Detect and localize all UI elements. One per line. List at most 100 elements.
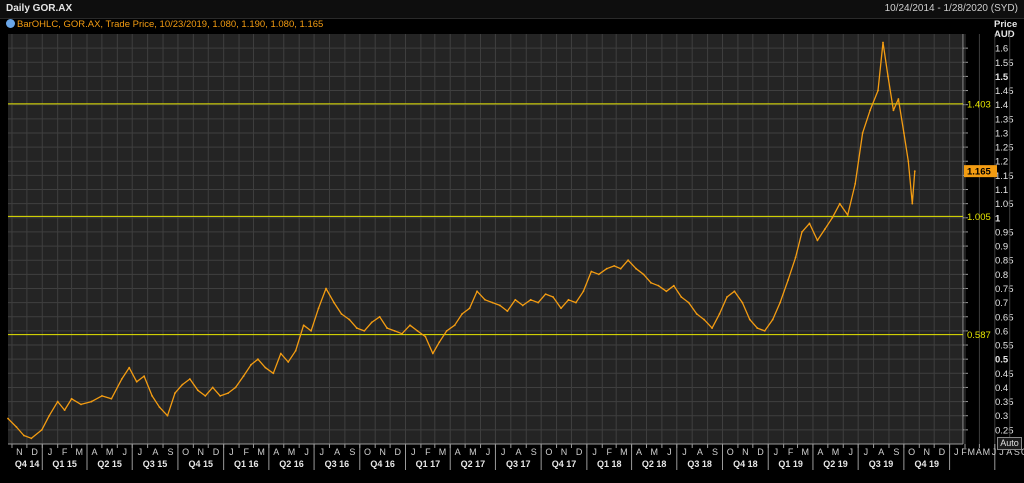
y-tick-label: 0.8: [995, 270, 1008, 281]
price-point: [582, 290, 585, 293]
price-point: [378, 315, 381, 318]
price-point: [567, 298, 570, 301]
price-point: [484, 298, 486, 301]
month-label: F: [244, 447, 250, 457]
y-tick-label: 0.5: [995, 355, 1009, 366]
month-label: O: [545, 447, 552, 457]
quarter-label: Q3 15: [143, 459, 168, 469]
quarter-label: Q4 19: [914, 459, 939, 469]
level-label: 0.587: [967, 330, 991, 341]
price-point: [913, 170, 916, 173]
price-point: [409, 324, 411, 327]
price-point: [128, 366, 131, 369]
price-point: [733, 290, 736, 293]
y-tick-label: 1.05: [995, 199, 1014, 210]
month-label: N: [379, 447, 386, 457]
month-label: N: [561, 447, 568, 457]
price-point: [158, 406, 161, 409]
price-point: [672, 284, 675, 287]
month-label: F: [62, 447, 68, 457]
month-label: F: [788, 447, 794, 457]
price-point: [560, 307, 562, 310]
price-point: [151, 395, 153, 397]
price-chart[interactable]: 0.25 0.3 0.35 0.4 0.45 0.5 0.55 0.6 0.65 0.7 0.75 0…: [0, 0, 1024, 483]
quarter-label: Q1 19: [778, 459, 803, 469]
price-point: [287, 361, 290, 363]
price-point: [80, 403, 82, 406]
month-label: S: [712, 447, 718, 457]
month-label: S: [893, 447, 899, 457]
month-label: F: [606, 447, 612, 457]
price-point: [424, 335, 427, 338]
price-point: [779, 301, 782, 304]
price-point: [897, 98, 900, 100]
plot-area: [8, 34, 963, 444]
month-label: O: [908, 447, 915, 457]
month-label: D: [31, 447, 38, 457]
auto-scale-button[interactable]: Auto: [997, 437, 1022, 450]
month-label: J: [992, 447, 997, 457]
month-label: M: [650, 447, 658, 457]
price-point: [416, 329, 419, 332]
y-tick-label: 0.45: [995, 369, 1014, 380]
y-tick-label: 0.85: [995, 256, 1014, 267]
price-point: [703, 318, 706, 321]
y-tick-label: 1.4: [995, 100, 1008, 111]
price-point: [461, 313, 464, 315]
price-point: [907, 160, 910, 163]
price-point: [219, 395, 222, 397]
price-point: [431, 352, 434, 355]
price-point: [854, 182, 857, 185]
month-label: M: [76, 447, 84, 457]
month-label: M: [983, 447, 991, 457]
month-label: M: [288, 447, 296, 457]
y-tick-label: 0.35: [995, 397, 1014, 408]
price-point: [468, 307, 471, 310]
price-point: [234, 386, 237, 389]
month-label: J: [138, 447, 143, 457]
price-point: [680, 296, 683, 298]
month-label: D: [576, 447, 583, 457]
price-point: [590, 270, 593, 273]
price-point: [491, 301, 494, 304]
price-point: [544, 293, 547, 296]
month-label: O: [727, 447, 734, 457]
month-label: M: [967, 447, 975, 457]
price-point: [687, 301, 690, 304]
y-tick-label: 0.55: [995, 341, 1014, 352]
price-point: [401, 332, 403, 335]
y-tick-label: 1.35: [995, 114, 1014, 125]
month-label: A: [976, 447, 982, 457]
quarter-label: Q1 15: [52, 459, 77, 469]
price-point: [15, 426, 18, 428]
price-point: [355, 327, 358, 329]
price-point: [363, 329, 366, 332]
quarter-label: Q1 16: [234, 459, 259, 469]
price-point: [143, 375, 146, 378]
y-tick-label: 1.45: [995, 86, 1014, 97]
month-label: J: [320, 447, 325, 457]
month-label: A: [878, 447, 884, 457]
price-point: [506, 310, 509, 313]
price-point: [476, 290, 478, 293]
price-point: [310, 329, 312, 332]
price-point: [63, 409, 66, 411]
month-label: M: [469, 447, 477, 457]
month-label: A: [152, 447, 158, 457]
y-tick-label: 0.9: [995, 242, 1008, 253]
price-point: [869, 109, 871, 112]
price-point: [7, 417, 9, 420]
price-point: [529, 298, 532, 301]
quarter-label: Q3 19: [869, 459, 894, 469]
price-point: [619, 267, 622, 270]
quarter-label: Q2 19: [823, 459, 848, 469]
price-point: [386, 327, 389, 329]
price-point: [181, 383, 184, 386]
price-point: [211, 386, 214, 389]
quarter-label: Q3 18: [687, 459, 712, 469]
quarter-label: Q2 17: [461, 459, 486, 469]
month-label: J: [667, 447, 672, 457]
month-label: A: [817, 447, 823, 457]
price-point: [48, 414, 51, 417]
month-label: M: [106, 447, 114, 457]
